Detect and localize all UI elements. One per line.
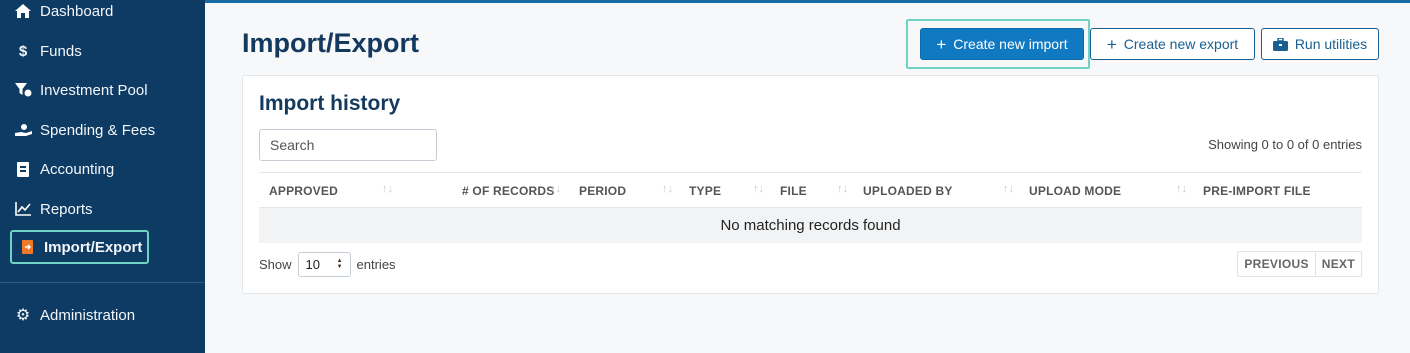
button-label: Create new export bbox=[1123, 36, 1239, 52]
sidebar: Dashboard $ Funds Investment Pool Spendi… bbox=[0, 0, 205, 353]
empty-table-message: No matching records found bbox=[259, 208, 1362, 243]
length-prefix: Show bbox=[259, 256, 292, 272]
import-history-panel: Import history Showing 0 to 0 of 0 entri… bbox=[242, 75, 1379, 294]
import-export-icon bbox=[18, 238, 36, 256]
page-length-value: 10 bbox=[305, 256, 320, 272]
sidebar-item-label: Dashboard bbox=[40, 2, 114, 20]
column-header-pre-import-file[interactable]: PRE-IMPORT FILE bbox=[1203, 173, 1311, 208]
sidebar-item-reports[interactable]: Reports bbox=[14, 195, 93, 223]
search-input[interactable] bbox=[259, 129, 437, 161]
page-length-select[interactable]: 10 ▲ ▼ bbox=[297, 251, 351, 277]
plus-icon: + bbox=[1106, 34, 1117, 54]
sidebar-item-import-export[interactable]: Import/Export bbox=[10, 230, 149, 264]
pagination: PREVIOUS NEXT bbox=[1237, 251, 1362, 277]
sort-icon: ↑↓ bbox=[1003, 183, 1014, 195]
sidebar-item-label: Spending & Fees bbox=[40, 121, 156, 139]
column-header-period[interactable]: PERIOD bbox=[579, 173, 626, 208]
line-chart-icon bbox=[14, 200, 32, 218]
ledger-icon bbox=[14, 160, 32, 178]
sidebar-item-label: Accounting bbox=[40, 160, 115, 178]
column-header-file[interactable]: FILE bbox=[780, 173, 807, 208]
column-header-upload-mode[interactable]: UPLOAD MODE bbox=[1029, 173, 1121, 208]
column-header-approved[interactable]: APPROVED bbox=[269, 173, 338, 208]
sidebar-item-label: Funds bbox=[40, 42, 82, 60]
create-new-import-button[interactable]: + Create new import bbox=[920, 28, 1084, 60]
sort-caret-icon: ▲ ▼ bbox=[336, 258, 343, 270]
hand-coin-icon bbox=[14, 121, 32, 139]
table-header: APPROVED ↑↓ # OF RECORDS ↑↓ PERIOD ↑↓ TY… bbox=[259, 172, 1362, 208]
sidebar-item-spending-fees[interactable]: Spending & Fees bbox=[14, 116, 155, 144]
sidebar-item-investment-pool[interactable]: Investment Pool bbox=[14, 76, 148, 104]
pool-icon bbox=[14, 81, 32, 99]
sidebar-item-label: Import/Export bbox=[44, 238, 143, 256]
length-suffix: entries bbox=[356, 256, 396, 272]
plus-icon: + bbox=[936, 34, 947, 54]
sidebar-item-label: Reports bbox=[40, 200, 93, 218]
sort-icon: ↑↓ bbox=[382, 183, 393, 195]
column-header-records[interactable]: # OF RECORDS bbox=[462, 173, 554, 208]
create-new-export-button[interactable]: + Create new export bbox=[1090, 28, 1255, 60]
button-label: Create new import bbox=[953, 36, 1068, 52]
previous-page-button[interactable]: PREVIOUS bbox=[1238, 252, 1314, 276]
entries-info: Showing 0 to 0 of 0 entries bbox=[1208, 137, 1362, 152]
column-header-uploaded-by[interactable]: UPLOADED BY bbox=[863, 173, 953, 208]
sort-icon: ↑↓ bbox=[1176, 183, 1187, 195]
sidebar-item-funds[interactable]: $ Funds bbox=[14, 37, 82, 65]
home-icon bbox=[14, 2, 32, 20]
sidebar-item-administration[interactable]: ⚙ Administration bbox=[14, 301, 135, 329]
sidebar-item-label: Administration bbox=[40, 306, 136, 324]
sort-icon: ↑↓ bbox=[837, 183, 848, 195]
button-label: Run utilities bbox=[1294, 36, 1368, 52]
sort-icon: ↑↓ bbox=[550, 183, 561, 195]
gear-icon: ⚙ bbox=[15, 307, 31, 324]
column-header-type[interactable]: TYPE bbox=[689, 173, 721, 208]
toolbox-icon bbox=[1272, 37, 1288, 51]
top-accent-bar bbox=[205, 0, 1410, 3]
page-title: Import/Export bbox=[242, 28, 420, 58]
sort-icon: ↑↓ bbox=[753, 183, 764, 195]
sidebar-divider bbox=[0, 282, 205, 283]
panel-title: Import history bbox=[259, 92, 401, 115]
next-page-button[interactable]: NEXT bbox=[1314, 252, 1361, 276]
sidebar-item-label: Investment Pool bbox=[40, 81, 148, 99]
sidebar-item-accounting[interactable]: Accounting bbox=[14, 155, 114, 183]
sidebar-item-dashboard[interactable]: Dashboard bbox=[14, 0, 113, 25]
dollar-icon: $ bbox=[18, 42, 28, 60]
page-length-control: Show 10 ▲ ▼ entries bbox=[259, 251, 396, 277]
run-utilities-button[interactable]: Run utilities bbox=[1261, 28, 1379, 60]
sort-icon: ↑↓ bbox=[662, 183, 673, 195]
